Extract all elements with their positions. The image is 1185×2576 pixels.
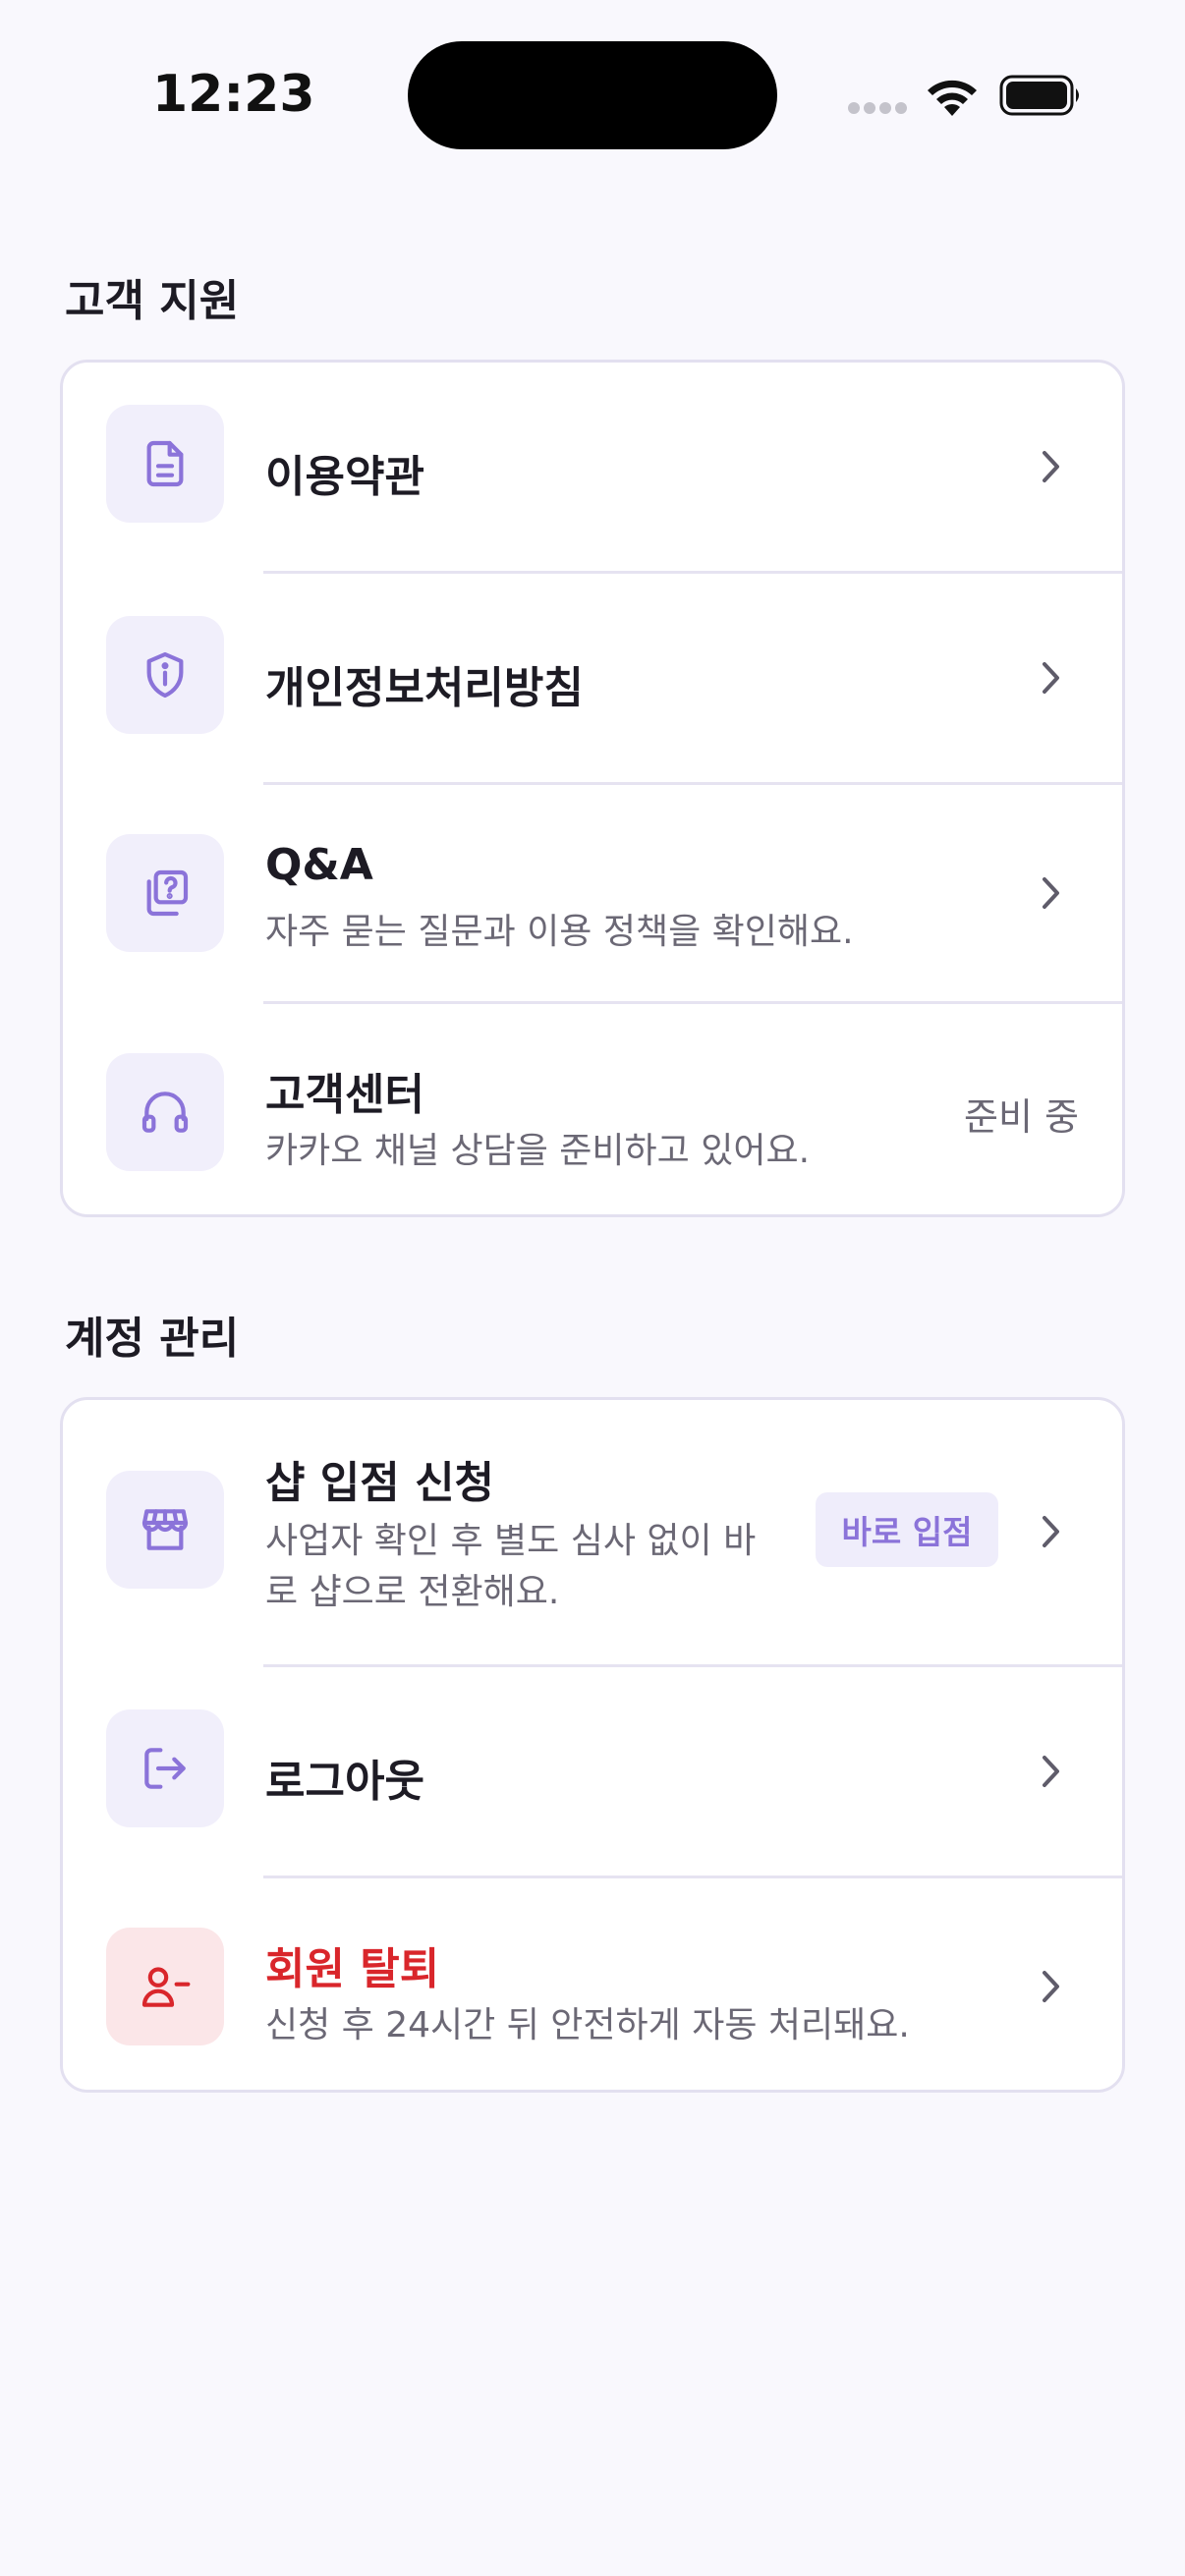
- document-icon: [106, 405, 224, 523]
- list-item-withdraw[interactable]: 회원 탈퇴 신청 후 24시간 뒤 안전하게 자동 처리돼요.: [63, 1878, 1122, 2090]
- list-item-title: 로그아웃: [265, 1757, 424, 1807]
- list-item-subtitle: 자주 묻는 질문과 이용 정책을 확인해요.: [265, 912, 854, 952]
- list-item-subtitle-line1: 사업자 확인 후 별도 심사 없이 바: [265, 1521, 757, 1561]
- cellular-signal-icon: [848, 102, 909, 116]
- list-item-title: 이용약관: [265, 452, 424, 502]
- user-remove-icon: [106, 1928, 224, 2045]
- list-item-title: 고객센터: [265, 1070, 424, 1120]
- dynamic-island: [408, 41, 777, 149]
- support-card: 이용약관 개인정보처리방침 Q&A 자주 묻는 질문과 이용 정책을 확인해요.: [60, 360, 1125, 1217]
- chevron-right-icon: [1043, 451, 1059, 482]
- list-item-privacy[interactable]: 개인정보처리방침: [63, 574, 1122, 782]
- status-time: 12:23: [152, 65, 315, 124]
- list-item-logout[interactable]: 로그아웃: [63, 1667, 1122, 1876]
- logout-icon: [106, 1709, 224, 1827]
- question-copy-icon: [106, 834, 224, 952]
- status-bar: 12:23: [0, 0, 1185, 149]
- list-item-subtitle: 카카오 채널 상담을 준비하고 있어요.: [265, 1131, 811, 1171]
- headset-icon: [106, 1053, 224, 1171]
- list-item-title: 샵 입점 신청: [265, 1458, 495, 1508]
- list-item-subtitle: 신청 후 24시간 뒤 안전하게 자동 처리돼요.: [265, 2005, 910, 2045]
- section-title-account: 계정 관리: [65, 1314, 240, 1364]
- list-item-title: Q&A: [265, 840, 373, 890]
- list-item-terms[interactable]: 이용약관: [63, 363, 1122, 572]
- list-item-qna[interactable]: Q&A 자주 묻는 질문과 이용 정책을 확인해요.: [63, 785, 1122, 1001]
- list-item-subtitle-line2: 로 샵으로 전환해요.: [265, 1572, 560, 1612]
- shield-info-icon: [106, 616, 224, 734]
- list-item-shop-apply[interactable]: 샵 입점 신청 사업자 확인 후 별도 심사 없이 바 로 샵으로 전환해요. …: [63, 1400, 1122, 1665]
- chevron-right-icon: [1043, 877, 1059, 909]
- account-card: 샵 입점 신청 사업자 확인 후 별도 심사 없이 바 로 샵으로 전환해요. …: [60, 1397, 1125, 2093]
- chevron-right-icon: [1043, 662, 1059, 694]
- status-label: 준비 중: [964, 1095, 1079, 1139]
- chevron-right-icon: [1043, 1756, 1059, 1787]
- instant-join-badge: 바로 입점: [816, 1492, 998, 1567]
- list-item-customer-center: 고객센터 카카오 채널 상담을 준비하고 있어요. 준비 중: [63, 1004, 1122, 1214]
- list-item-title: 개인정보처리방침: [265, 663, 584, 713]
- battery-icon: [999, 75, 1079, 116]
- wifi-icon: [928, 80, 977, 116]
- store-icon: [106, 1471, 224, 1589]
- chevron-right-icon: [1043, 1971, 1059, 2002]
- section-title-support: 고객 지원: [65, 276, 240, 326]
- list-item-title: 회원 탈퇴: [265, 1944, 440, 1994]
- chevron-right-icon: [1043, 1516, 1059, 1547]
